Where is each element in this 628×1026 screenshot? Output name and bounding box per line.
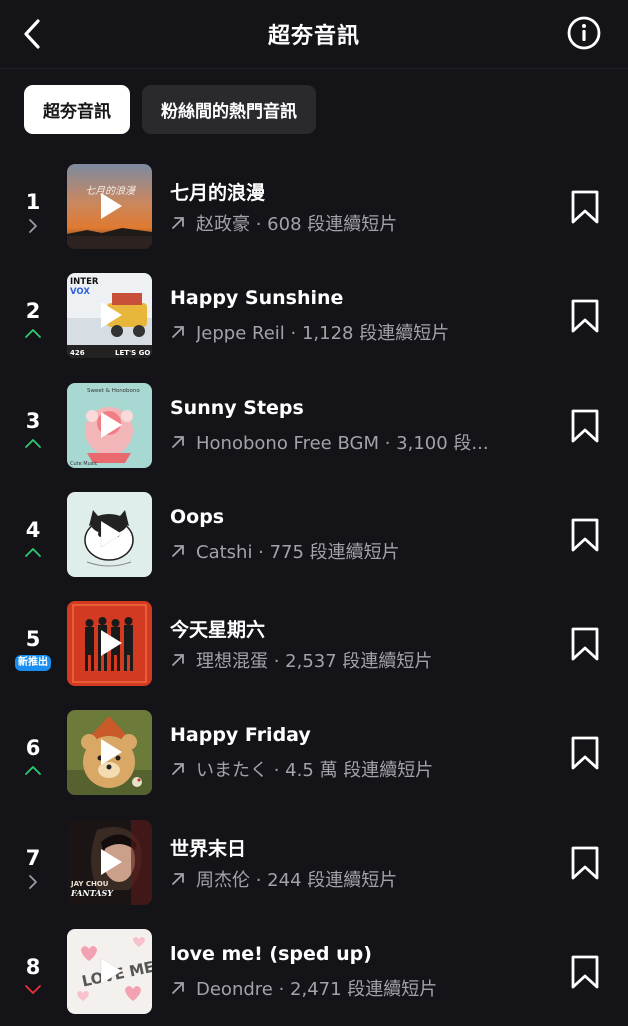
song-meta: 理想混蛋 · 2,537 段連續短片 <box>170 647 530 673</box>
tab-popular-among-fans[interactable]: 粉絲間的熱門音訊 <box>142 85 316 134</box>
info-button[interactable] <box>566 15 602 51</box>
trend-up-icon <box>14 764 52 776</box>
song-list: 1 七月的浪漫 七月的浪漫 赵政豪 · 608 段連續短片 2 INTER VO… <box>0 152 628 1026</box>
cover-text-inter: INTER <box>70 277 99 287</box>
play-icon <box>100 957 123 985</box>
song-row[interactable]: 2 INTER VOX 426 LET'S GO Happy Sunshine <box>0 261 628 370</box>
cover-text-title: Sweet & Honobono <box>87 388 140 394</box>
trending-arrow-icon <box>172 217 184 229</box>
cover-text-vox: VOX <box>70 287 90 297</box>
info-icon <box>567 16 601 50</box>
song-title: Sunny Steps <box>170 396 304 419</box>
album-cover[interactable]: INTER VOX 426 LET'S GO <box>67 273 152 359</box>
trend-up-icon <box>14 327 52 339</box>
trending-arrow-icon <box>172 435 184 448</box>
tab-bar: 超夯音訊 粉絲間的熱門音訊 <box>24 85 316 134</box>
song-row[interactable]: 1 七月的浪漫 七月的浪漫 赵政豪 · 608 段連續短片 <box>0 152 628 261</box>
album-cover[interactable] <box>67 601 152 687</box>
song-title: Oops <box>170 505 225 528</box>
trend-new: 新推出 <box>14 655 52 672</box>
song-meta: 赵政豪 · 608 段連續短片 <box>170 210 530 236</box>
song-title: Happy Sunshine <box>170 287 344 310</box>
song-row[interactable]: 6 Happy Friday いまたく · 4.5 萬 段連續短片 <box>0 698 628 807</box>
artist-and-uses: 理想混蛋 · 2,537 段連續短片 <box>196 651 433 673</box>
album-cover[interactable]: 七月的浪漫 <box>67 164 152 249</box>
song-title: 世界末日 <box>170 837 247 860</box>
song-row[interactable]: 8 LOVE ME! love me! (sped up) Deondre · … <box>0 917 628 1026</box>
play-icon <box>101 630 122 657</box>
album-cover[interactable]: Sweet & Honobono Cute Music <box>67 382 152 468</box>
play-icon <box>101 411 122 438</box>
new-badge: 新推出 <box>15 655 51 672</box>
rank-number: 3 <box>25 408 41 433</box>
song-title: 七月的浪漫 <box>170 182 266 204</box>
bookmark-icon[interactable] <box>570 845 600 881</box>
song-title: Happy Friday <box>170 724 311 747</box>
play-icon <box>101 302 122 329</box>
trend-up-icon <box>14 546 52 558</box>
cover-text-number: 426 <box>70 349 85 357</box>
song-title: love me! (sped up) <box>170 943 372 966</box>
bookmark-icon[interactable] <box>570 408 600 444</box>
album-cover[interactable] <box>67 491 152 577</box>
cover-text-album: FANTASY <box>70 888 114 898</box>
top-bar: 超夯音訊 <box>0 0 628 69</box>
trending-arrow-icon <box>172 544 184 557</box>
cover-text-label: Cute Music <box>70 461 98 467</box>
album-cover[interactable]: LOVE ME! <box>67 929 152 1015</box>
cover-text-letsgo: LET'S GO <box>115 349 150 357</box>
trend-same-icon <box>14 218 52 234</box>
trending-arrow-icon <box>172 872 184 885</box>
play-icon <box>100 520 123 548</box>
song-meta: Catshi · 775 段連續短片 <box>170 538 530 564</box>
trending-arrow-icon <box>172 654 184 667</box>
song-row[interactable]: 5 新推出 今天星期六 理想混蛋 · 2,537 段連續短片 <box>0 589 628 698</box>
play-icon <box>101 193 122 219</box>
cover-text-artist: JAY CHOU <box>70 880 109 888</box>
rank-number: 4 <box>25 517 41 542</box>
artist-and-uses: 周杰伦 · 244 段連續短片 <box>196 869 398 891</box>
play-icon <box>101 739 122 766</box>
bookmark-icon[interactable] <box>570 298 600 334</box>
song-row[interactable]: 4 Oops Catshi · 775 段連續短片 <box>0 480 628 589</box>
song-row[interactable]: 3 Sweet & Honobono Cute Music Sunny Step… <box>0 371 628 480</box>
song-meta: 周杰伦 · 244 段連續短片 <box>170 866 530 892</box>
song-meta: Honobono Free BGM · 3,100 段... <box>170 429 530 455</box>
trend-down-icon <box>14 983 52 995</box>
tab-trending-audio[interactable]: 超夯音訊 <box>24 85 130 134</box>
bookmark-icon[interactable] <box>570 626 600 662</box>
artist-and-uses: Deondre · 2,471 段連續短片 <box>196 979 438 1001</box>
bookmark-icon[interactable] <box>570 517 600 553</box>
artist-and-uses: Catshi · 775 段連續短片 <box>196 541 400 563</box>
artist-and-uses: Honobono Free BGM · 3,100 段... <box>196 432 489 454</box>
rank-number: 5 <box>25 627 41 652</box>
artist-and-uses: 赵政豪 · 608 段連續短片 <box>196 214 398 235</box>
song-title: 今天星期六 <box>170 619 266 642</box>
trending-arrow-icon <box>172 763 184 776</box>
bookmark-icon[interactable] <box>570 954 600 990</box>
artist-and-uses: いまたく · 4.5 萬 段連續短片 <box>196 760 434 782</box>
trending-arrow-icon <box>172 982 184 994</box>
trend-same-icon <box>14 874 52 890</box>
rank-number: 6 <box>25 736 41 761</box>
song-meta: Jeppe Reil · 1,128 段連續短片 <box>170 319 530 345</box>
album-cover[interactable] <box>67 710 152 796</box>
trending-arrow-icon <box>172 326 184 339</box>
rank-number: 7 <box>25 845 41 870</box>
trend-up-icon <box>14 437 52 449</box>
bookmark-icon[interactable] <box>570 189 600 225</box>
artist-and-uses: Jeppe Reil · 1,128 段連續短片 <box>196 323 450 345</box>
play-icon <box>101 848 122 875</box>
song-meta: Deondre · 2,471 段連續短片 <box>170 975 530 1001</box>
song-row[interactable]: 7 JAY CHOU FANTASY 世界末日 周杰伦 · 244 段連續短片 <box>0 808 628 917</box>
album-cover[interactable]: JAY CHOU FANTASY <box>67 819 152 905</box>
rank-number: 1 <box>25 190 41 214</box>
rank-number: 8 <box>25 955 41 980</box>
song-meta: いまたく · 4.5 萬 段連續短片 <box>170 756 530 782</box>
page-title: 超夯音訊 <box>267 24 360 49</box>
bookmark-icon[interactable] <box>570 735 600 771</box>
rank-number: 2 <box>25 299 41 324</box>
